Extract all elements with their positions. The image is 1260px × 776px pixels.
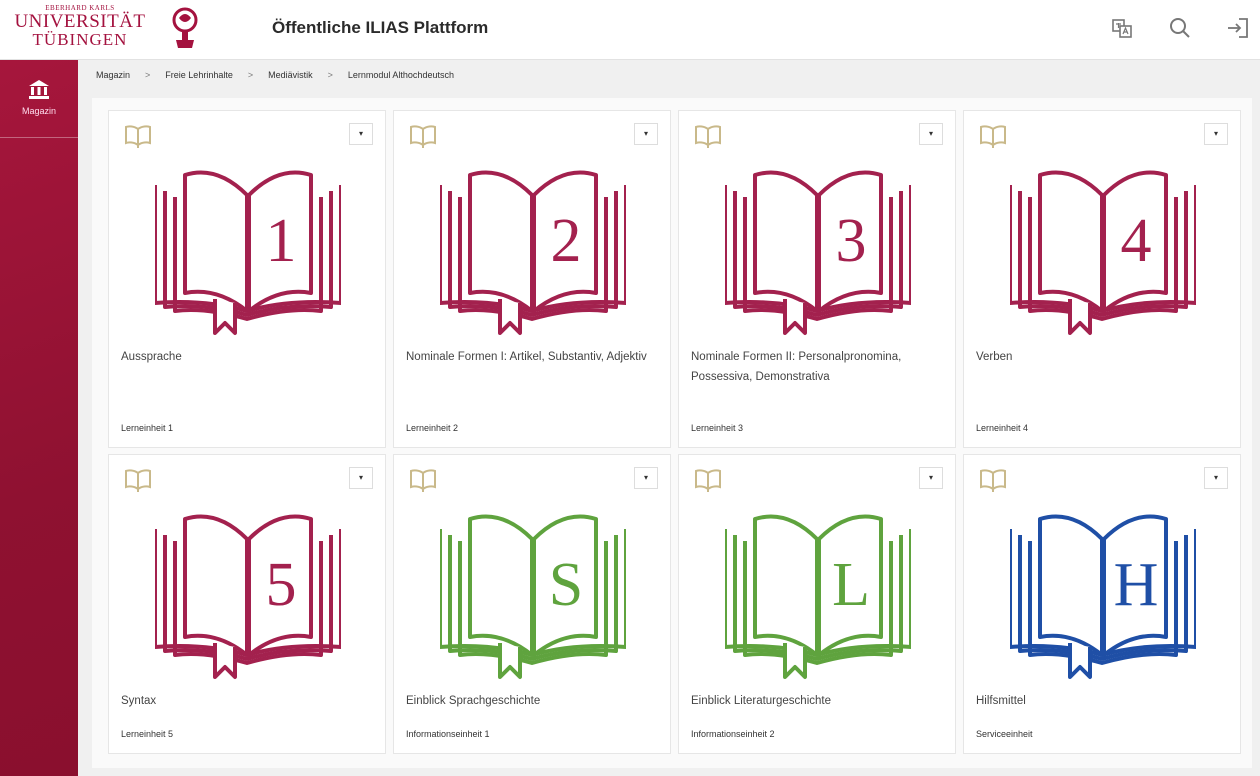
learning-module-card[interactable]: ▾ 3 Nominale Formen II: Personalpronomin… bbox=[678, 110, 956, 448]
breadcrumb-item[interactable]: Lernmodul Althochdeutsch bbox=[348, 70, 454, 80]
card-subtitle: Lerneinheit 1 bbox=[121, 423, 174, 433]
card-title[interactable]: Aussprache bbox=[121, 347, 377, 367]
breadcrumb-item[interactable]: Freie Lehrinhalte bbox=[165, 70, 233, 80]
card-actions-dropdown-button[interactable]: ▾ bbox=[919, 467, 943, 489]
open-book-icon: 3 bbox=[725, 170, 911, 335]
university-seal-icon bbox=[172, 7, 198, 48]
open-book-icon: L bbox=[725, 514, 911, 679]
svg-text:H: H bbox=[1114, 551, 1159, 619]
learning-module-card[interactable]: ▾ 5 Syntax Lerneinheit 5 bbox=[108, 454, 386, 754]
svg-text:L: L bbox=[832, 551, 870, 619]
card-subtitle: Lerneinheit 3 bbox=[691, 423, 744, 433]
svg-text:1: 1 bbox=[266, 207, 297, 275]
card-actions-dropdown-button[interactable]: ▾ bbox=[349, 123, 373, 145]
svg-text:3: 3 bbox=[836, 207, 867, 275]
sidebar-item-magazin[interactable]: Magazin bbox=[0, 60, 78, 138]
card-actions-dropdown-button[interactable]: ▾ bbox=[349, 467, 373, 489]
open-book-icon: S bbox=[440, 514, 626, 679]
learning-module-card[interactable]: ▾ L Einblick Literaturgeschichte Informa… bbox=[678, 454, 956, 754]
card-title[interactable]: Hilfsmittel bbox=[976, 691, 1232, 711]
main-sidebar: Magazin bbox=[0, 60, 78, 776]
learning-module-card[interactable]: ▾ 4 Verben Lerneinheit 4 bbox=[963, 110, 1241, 448]
breadcrumb-item[interactable]: Mediävistik bbox=[268, 70, 313, 80]
open-book-icon: 5 bbox=[155, 514, 341, 679]
open-book-icon: 2 bbox=[440, 170, 626, 335]
card-subtitle: Lerneinheit 5 bbox=[121, 729, 174, 739]
breadcrumb-separator-icon: > bbox=[145, 70, 151, 80]
app-title: Öffentliche ILIAS Plattform bbox=[272, 18, 489, 37]
learning-module-type-icon bbox=[980, 469, 1006, 492]
search-icon[interactable] bbox=[1166, 14, 1194, 42]
breadcrumb-item[interactable]: Magazin bbox=[96, 70, 130, 80]
content-grid: ▾ 1 Aussprache Lerneinheit 1 ▾ 2 Nominal… bbox=[92, 98, 1252, 768]
learning-module-card[interactable]: ▾ S Einblick Sprachgeschichte Informatio… bbox=[393, 454, 671, 754]
university-logo[interactable]: EBERHARD KARLS UNIVERSITÄT TÜBINGEN bbox=[10, 4, 150, 56]
learning-module-type-icon bbox=[695, 125, 721, 148]
card-actions-dropdown-button[interactable]: ▾ bbox=[919, 123, 943, 145]
card-subtitle: Serviceeinheit bbox=[976, 729, 1033, 739]
login-icon[interactable] bbox=[1224, 14, 1252, 42]
breadcrumb-separator-icon: > bbox=[247, 70, 254, 80]
svg-text:4: 4 bbox=[1121, 207, 1152, 275]
top-bar: EBERHARD KARLS UNIVERSITÄT TÜBINGEN Öffe… bbox=[0, 0, 1260, 60]
learning-module-type-icon bbox=[410, 469, 436, 492]
open-book-icon: 1 bbox=[155, 170, 341, 335]
open-book-icon: 4 bbox=[1010, 170, 1196, 335]
card-subtitle: Informationseinheit 1 bbox=[406, 729, 490, 739]
logo-line-2: TÜBINGEN bbox=[32, 30, 128, 49]
sidebar-item-label: Magazin bbox=[21, 106, 57, 116]
svg-text:5: 5 bbox=[266, 551, 297, 619]
learning-module-card[interactable]: ▾ 1 Aussprache Lerneinheit 1 bbox=[108, 110, 386, 448]
card-subtitle: Informationseinheit 2 bbox=[691, 729, 775, 739]
learning-module-type-icon bbox=[125, 125, 151, 148]
open-book-icon: H bbox=[1010, 514, 1196, 679]
language-switch-icon[interactable] bbox=[1108, 14, 1136, 42]
card-title[interactable]: Einblick Literaturgeschichte bbox=[691, 691, 947, 711]
svg-text:S: S bbox=[549, 551, 583, 619]
learning-module-type-icon bbox=[410, 125, 436, 148]
logo-line-1: UNIVERSITÄT bbox=[14, 11, 146, 32]
card-subtitle: Lerneinheit 2 bbox=[406, 423, 459, 433]
learning-module-type-icon bbox=[695, 469, 721, 492]
card-actions-dropdown-button[interactable]: ▾ bbox=[634, 467, 658, 489]
learning-module-type-icon bbox=[980, 125, 1006, 148]
breadcrumb-separator-icon: > bbox=[327, 70, 333, 80]
card-title[interactable]: Nominale Formen I: Artikel, Substantiv, … bbox=[406, 347, 662, 367]
card-title[interactable]: Einblick Sprachgeschichte bbox=[406, 691, 662, 711]
learning-module-card[interactable]: ▾ H Hilfsmittel Serviceeinheit bbox=[963, 454, 1241, 754]
card-actions-dropdown-button[interactable]: ▾ bbox=[1204, 467, 1228, 489]
learning-module-card[interactable]: ▾ 2 Nominale Formen I: Artikel, Substant… bbox=[393, 110, 671, 448]
card-title[interactable]: Verben bbox=[976, 347, 1232, 367]
card-title[interactable]: Syntax bbox=[121, 691, 377, 711]
card-subtitle: Lerneinheit 4 bbox=[976, 423, 1029, 433]
svg-text:2: 2 bbox=[551, 207, 582, 275]
breadcrumb: Magazin > Freie Lehrinhalte > Mediävisti… bbox=[96, 66, 454, 84]
institution-icon bbox=[29, 80, 49, 99]
card-actions-dropdown-button[interactable]: ▾ bbox=[1204, 123, 1228, 145]
card-title[interactable]: Nominale Formen II: Personalpronomina, P… bbox=[691, 347, 947, 387]
learning-module-type-icon bbox=[125, 469, 151, 492]
card-actions-dropdown-button[interactable]: ▾ bbox=[634, 123, 658, 145]
